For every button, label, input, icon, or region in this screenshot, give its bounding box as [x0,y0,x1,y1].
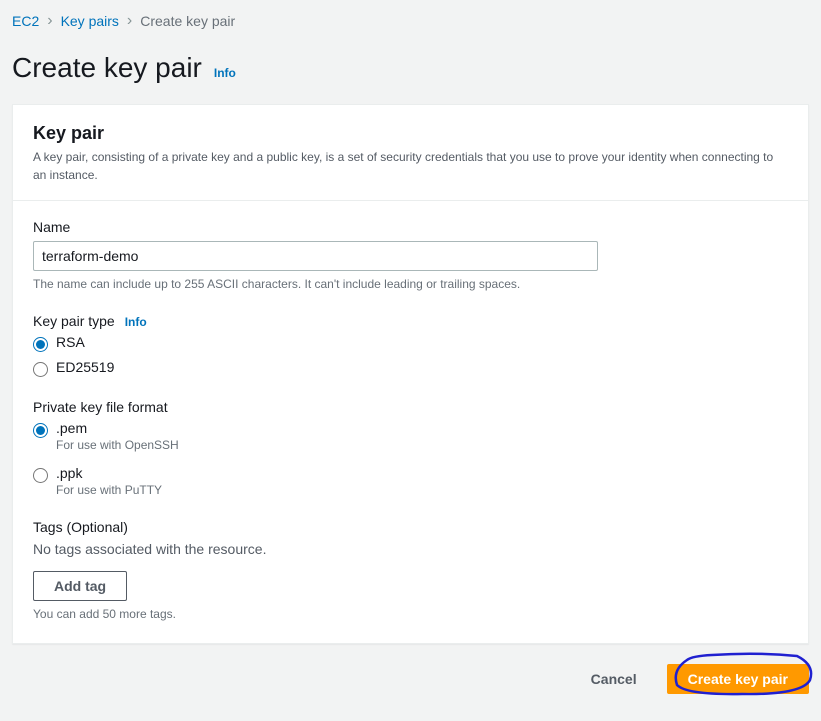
panel-description: A key pair, consisting of a private key … [33,148,788,184]
page-title: Create key pair [12,52,202,84]
cancel-button[interactable]: Cancel [571,665,657,693]
panel-header: Key pair A key pair, consisting of a pri… [13,105,808,201]
keypair-panel: Key pair A key pair, consisting of a pri… [12,104,809,644]
breadcrumb: EC2 › Key pairs › Create key pair [12,12,809,42]
radio-ppk-label: .ppk [56,465,162,481]
page-header: Create key pair Info [12,52,809,84]
keytype-group: Key pair type Info RSA ED25519 [33,313,788,377]
footer-actions: Cancel Create key pair [12,664,809,694]
keytype-label: Key pair type Info [33,313,788,329]
breadcrumb-keypairs-link[interactable]: Key pairs [61,13,119,29]
create-keypair-button[interactable]: Create key pair [667,664,809,694]
radio-ed25519-input[interactable] [33,362,48,377]
radio-ppk: .ppk For use with PuTTY [33,466,788,497]
radio-pem: .pem For use with OpenSSH [33,421,788,452]
tags-group: Tags (Optional) No tags associated with … [33,519,788,621]
info-link[interactable]: Info [214,66,236,80]
radio-ed25519: ED25519 [33,360,788,377]
radio-rsa-input[interactable] [33,337,48,352]
radio-pem-sublabel: For use with OpenSSH [56,438,179,452]
keytype-info-link[interactable]: Info [125,315,147,329]
add-tag-button[interactable]: Add tag [33,571,127,601]
fileformat-group: Private key file format .pem For use wit… [33,399,788,497]
tags-label: Tags (Optional) [33,519,788,535]
name-help: The name can include up to 255 ASCII cha… [33,277,788,291]
chevron-right-icon: › [47,12,52,30]
name-group: Name The name can include up to 255 ASCI… [33,219,788,291]
radio-ed25519-label: ED25519 [56,359,114,375]
radio-pem-label: .pem [56,420,179,436]
radio-pem-input[interactable] [33,423,48,438]
name-label: Name [33,219,788,235]
keytype-label-text: Key pair type [33,313,115,329]
radio-ppk-sublabel: For use with PuTTY [56,483,162,497]
tags-limit-text: You can add 50 more tags. [33,607,788,621]
panel-body: Name The name can include up to 255 ASCI… [13,201,808,643]
chevron-right-icon: › [127,12,132,30]
panel-title: Key pair [33,123,788,144]
breadcrumb-current: Create key pair [140,13,235,29]
breadcrumb-ec2-link[interactable]: EC2 [12,13,39,29]
tags-empty-text: No tags associated with the resource. [33,541,788,557]
fileformat-label: Private key file format [33,399,788,415]
radio-rsa-label: RSA [56,334,85,350]
radio-rsa: RSA [33,335,788,352]
name-input[interactable] [33,241,598,271]
radio-ppk-input[interactable] [33,468,48,483]
